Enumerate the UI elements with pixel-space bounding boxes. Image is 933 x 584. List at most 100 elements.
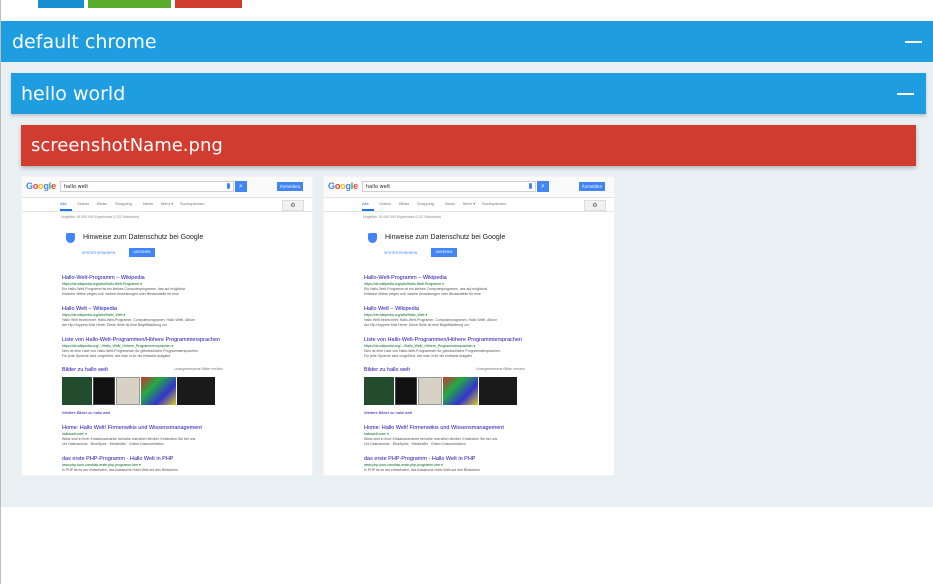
- search-nav-item: Alle: [362, 201, 369, 206]
- image-thumb: [479, 377, 517, 405]
- result-snippet: In PHP ist es am einfachsten, das klassi…: [364, 468, 481, 472]
- suite-panel-header[interactable]: hello world: [11, 73, 926, 114]
- result-snippet: einfache Weise zeigen soll, welche Anwei…: [62, 292, 179, 296]
- search-result: Hallo-Welt-Programm – Wikipedia https://d…: [62, 275, 312, 297]
- result-title: das erste PHP-Programm - Hallo Welt in P…: [364, 456, 476, 462]
- result-snippet: In PHP ist es am einfachsten, das klassi…: [62, 468, 179, 472]
- search-nav-item: Suchoptionen: [482, 201, 507, 206]
- search-nav-item: Videos: [77, 201, 90, 206]
- result-title: Liste von Hallo-Welt-Programmen/Höhere P…: [62, 337, 220, 343]
- image-thumb: [116, 377, 140, 405]
- search-result: Home: Hallo Welt! Firmenwikis und Wissen…: [364, 425, 614, 447]
- result-title: Hallo Welt – Wikipedia: [62, 306, 117, 312]
- result-snippet: Für jede Sprache wird vorgeführt, wie ma…: [62, 354, 171, 358]
- search-nav-item: Shopping: [115, 201, 132, 206]
- result-snippet: einfache Weise zeigen soll, welche Anwei…: [364, 292, 481, 296]
- tab-green[interactable]: [88, 0, 171, 8]
- tab-red[interactable]: [175, 0, 242, 8]
- suite-panel-title: hello world: [21, 82, 126, 105]
- privacy-title: Hinweise zum Datenschutz bei Google: [83, 234, 204, 241]
- result-snippet: der Hip-Hoppers Max Herre. Diese Seite i…: [364, 323, 469, 327]
- image-thumb: [62, 377, 92, 405]
- image-thumb: [364, 377, 394, 405]
- microphone-icon: [227, 183, 230, 189]
- shield-icon: [368, 233, 377, 243]
- more-images-link: Weitere Bilder zu hallo welt: [62, 410, 111, 415]
- screenshot-panel-title: screenshotName.png: [31, 135, 223, 156]
- result-count: Ungefähr 15 000 000 Ergebnisse (0,32 Sek…: [363, 215, 442, 219]
- search-nav-item: Bilder: [399, 201, 410, 206]
- search-nav-item: Mehr ▾: [463, 201, 476, 206]
- view-button: ANSEHEN: [431, 248, 457, 257]
- search-nav: ⚙ Alle Videos Bilder Shopping News Mehr ▾ Such…: [22, 199, 312, 212]
- search-result: Home: Hallo Welt! Firmenwikis und Wissen…: [62, 425, 312, 447]
- image-strip: [364, 377, 517, 405]
- active-tab-underline: [362, 209, 374, 211]
- image-strip: [62, 377, 215, 405]
- minus-icon[interactable]: [897, 92, 914, 95]
- result-snippet: Uni Datenschutz · BlueSpice · MediaWiki …: [364, 442, 466, 446]
- browser-panel-header[interactable]: default chrome: [1, 21, 933, 62]
- search-input: hallo welt: [362, 181, 536, 192]
- search-icon: ⌕: [235, 181, 247, 192]
- image-thumb: [141, 377, 176, 405]
- browser-panel-title: default chrome: [12, 30, 157, 53]
- microphone-icon: [529, 183, 532, 189]
- signin-button: Anmelden: [579, 182, 605, 191]
- gear-icon: ⚙: [282, 200, 304, 211]
- tab-blue[interactable]: [38, 0, 84, 8]
- google-logo: Google: [328, 181, 358, 191]
- image-thumb: [443, 377, 478, 405]
- result-title: Home: Hallo Welt! Firmenwikis und Wissen…: [364, 425, 504, 431]
- search-nav-item: Suchoptionen: [180, 201, 205, 206]
- search-result: das erste PHP-Programm - Hallo Welt in P…: [364, 456, 614, 473]
- screenshot-panel-header[interactable]: screenshotName.png: [21, 125, 916, 166]
- search-nav-item: Alle: [60, 201, 67, 206]
- view-button: ANSEHEN: [129, 248, 155, 257]
- search-result: Liste von Hallo-Welt-Programmen/Höhere P…: [62, 337, 312, 359]
- search-nav-item: News: [445, 201, 456, 206]
- search-icon: ⌕: [537, 181, 549, 192]
- search-nav-item: Shopping: [417, 201, 434, 206]
- google-header: Google hallo welt ⌕ Anmelden: [324, 177, 614, 198]
- search-result: Hallo-Welt-Programm – Wikipedia https://d…: [364, 275, 614, 297]
- minus-icon[interactable]: [905, 40, 922, 43]
- screenshot-thumbnail[interactable]: Google hallo welt ⌕ Anmelden ⚙ Alle Video…: [323, 176, 615, 476]
- screenshot-thumbnail[interactable]: Google hallo welt ⌕ Anmelden ⚙ Alle Video…: [21, 176, 313, 476]
- result-snippet: der Hip-Hoppers Max Herre. Diese Seite i…: [62, 323, 167, 327]
- search-nav-item: News: [143, 201, 154, 206]
- result-title: Hallo Welt – Wikipedia: [364, 306, 419, 312]
- search-result: Hallo Welt – Wikipedia https://de.wikiped…: [364, 306, 614, 328]
- result-title: das erste PHP-Programm - Hallo Welt in P…: [62, 456, 174, 462]
- remind-later-link: SPÄTER ERINNERN: [384, 251, 418, 255]
- shield-icon: [66, 233, 75, 243]
- more-images-link: Weitere Bilder zu hallo welt: [364, 410, 413, 415]
- google-logo: Google: [26, 181, 56, 191]
- result-snippet: Uni Datenschutz · BlueSpice · MediaWiki …: [62, 442, 164, 446]
- active-tab-underline: [60, 209, 72, 211]
- search-input: hallo welt: [60, 181, 234, 192]
- result-title: Hallo-Welt-Programm – Wikipedia: [364, 275, 447, 281]
- google-header: Google hallo welt ⌕ Anmelden: [22, 177, 312, 198]
- signin-button: Anmelden: [277, 182, 303, 191]
- search-nav-item: Bilder: [97, 201, 108, 206]
- report-images-link: Unangemessene Bilder melden: [174, 367, 223, 371]
- images-heading: Bilder zu hallo welt: [364, 367, 410, 373]
- search-nav: ⚙ Alle Videos Bilder Shopping News Mehr ▾ Such…: [324, 199, 614, 212]
- result-snippet: Für jede Sprache wird vorgeführt, wie ma…: [364, 354, 473, 358]
- search-nav-item: Videos: [379, 201, 392, 206]
- image-thumb: [177, 377, 215, 405]
- search-nav-item: Mehr ▾: [161, 201, 174, 206]
- search-result: Liste von Hallo-Welt-Programmen/Höhere P…: [364, 337, 614, 359]
- report-images-link: Unangemessene Bilder melden: [476, 367, 525, 371]
- search-result: Hallo Welt – Wikipedia https://de.wikiped…: [62, 306, 312, 328]
- gear-icon: ⚙: [584, 200, 606, 211]
- image-thumb: [93, 377, 115, 405]
- image-thumb: [395, 377, 417, 405]
- result-title: Hallo-Welt-Programm – Wikipedia: [62, 275, 145, 281]
- image-thumb: [418, 377, 442, 405]
- result-count: Ungefähr 15 000 000 Ergebnisse (0,32 Sek…: [61, 215, 140, 219]
- remind-later-link: SPÄTER ERINNERN: [82, 251, 116, 255]
- search-result: das erste PHP-Programm - Hallo Welt in P…: [62, 456, 312, 473]
- result-title: Liste von Hallo-Welt-Programmen/Höhere P…: [364, 337, 522, 343]
